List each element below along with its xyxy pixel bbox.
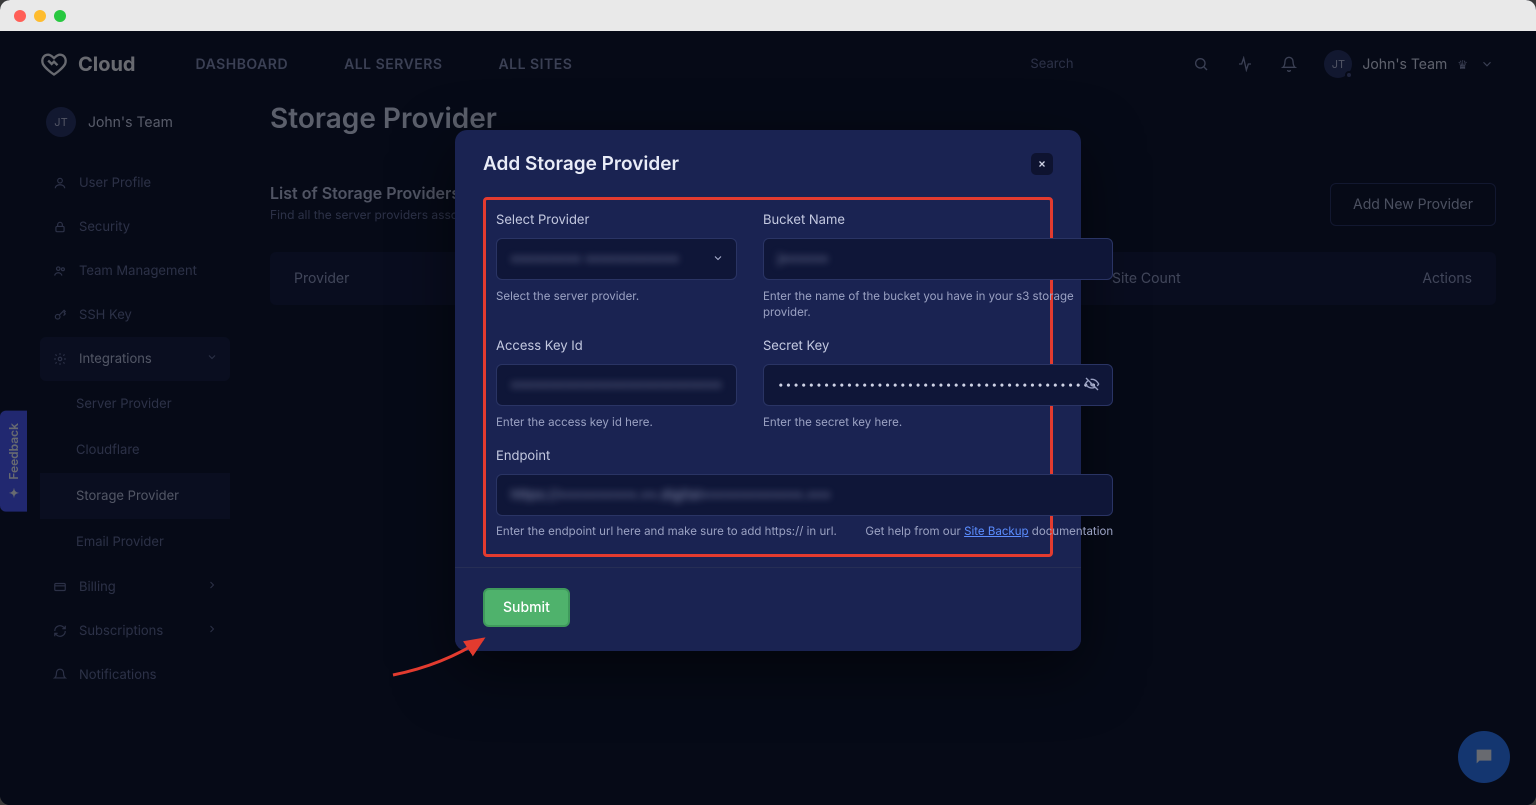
eye-off-icon[interactable] — [1084, 376, 1100, 395]
submit-button[interactable]: Submit — [483, 588, 570, 627]
select-provider-input[interactable]: ••••••••• •••••••••••• — [496, 238, 737, 280]
field-secret-key: Secret Key •••••••••••••••••••••••••••••… — [763, 338, 1113, 430]
bucket-name-input[interactable]: j•••••• — [763, 238, 1113, 280]
secret-key-input[interactable]: ••••••••••••••••••••••••••••••••••••••••… — [763, 364, 1113, 406]
modal-close-button[interactable] — [1031, 153, 1053, 175]
window-minimize-dot[interactable] — [34, 10, 46, 22]
highlighted-form-area: Select Provider ••••••••• •••••••••••• S… — [483, 197, 1053, 557]
window-zoom-dot[interactable] — [54, 10, 66, 22]
field-endpoint: Endpoint https://••••••••••.••.digital••… — [496, 448, 1113, 538]
window-close-dot[interactable] — [14, 10, 26, 22]
site-backup-link[interactable]: Site Backup — [964, 524, 1028, 538]
field-select-provider: Select Provider ••••••••• •••••••••••• S… — [496, 212, 737, 320]
endpoint-hint: Enter the endpoint url here and make sur… — [496, 524, 837, 538]
endpoint-doc-hint: Get help from our Site Backup documentat… — [865, 524, 1113, 538]
field-bucket-name: Bucket Name j•••••• Enter the name of th… — [763, 212, 1113, 320]
add-storage-provider-modal: Add Storage Provider Select Provider •••… — [455, 130, 1081, 651]
chevron-down-icon — [712, 252, 724, 267]
window-titlebar — [0, 0, 1536, 31]
modal-title: Add Storage Provider — [483, 152, 679, 175]
endpoint-input[interactable]: https://••••••••••.••.digital•••••••••••… — [496, 474, 1113, 516]
access-key-input[interactable]: ••••••••••••••••••••••••••• — [496, 364, 737, 406]
field-access-key: Access Key Id ••••••••••••••••••••••••••… — [496, 338, 737, 430]
close-icon — [1037, 159, 1047, 169]
